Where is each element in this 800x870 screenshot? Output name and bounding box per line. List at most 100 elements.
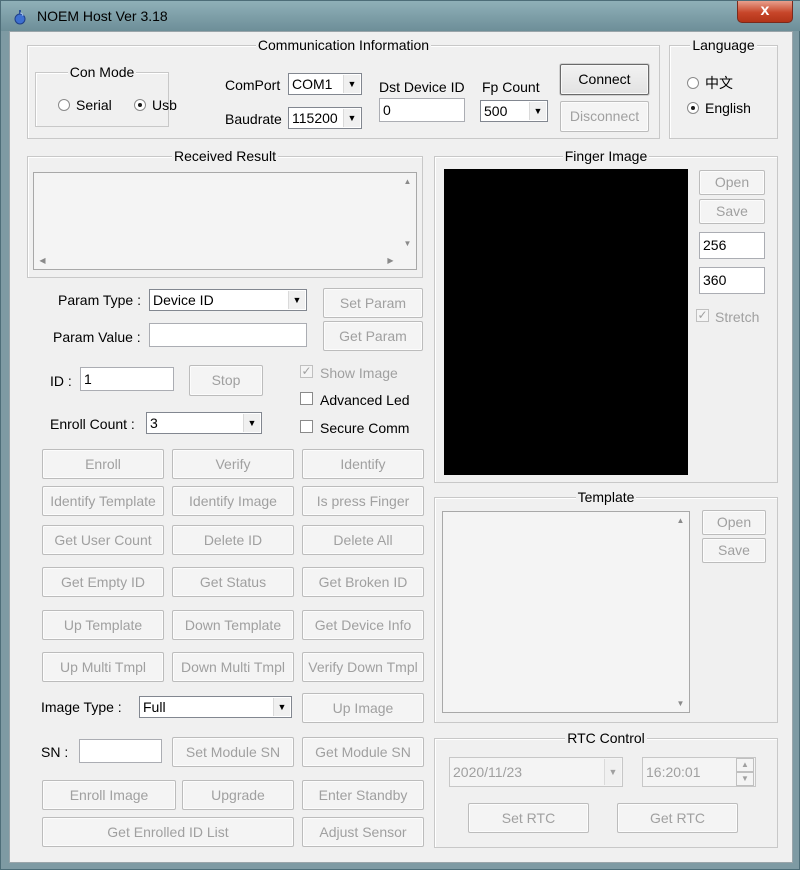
set-rtc-button[interactable]: Set RTC [468,803,589,833]
get-param-button[interactable]: Get Param [323,321,423,351]
usb-radio[interactable] [134,99,146,111]
id-label: ID : [50,373,72,389]
down-multi-tmpl-button[interactable]: Down Multi Tmpl [172,652,294,682]
stop-button[interactable]: Stop [189,365,263,396]
id-input[interactable]: 1 [80,367,174,391]
get-module-sn-button[interactable]: Get Module SN [302,737,424,767]
get-empty-id-button[interactable]: Get Empty ID [42,567,164,597]
param-type-label: Param Type : [58,292,142,308]
identify-button[interactable]: Identify [302,449,424,479]
up-image-button[interactable]: Up Image [302,693,424,723]
chevron-down-icon: ▼ [343,75,360,93]
template-title: Template [575,489,637,505]
enroll-count-select[interactable]: 3 ▼ [146,412,262,434]
image-height-input[interactable]: 360 [699,267,765,294]
set-param-button[interactable]: Set Param [323,288,423,318]
finger-open-button[interactable]: Open [699,170,765,195]
enter-standby-button[interactable]: Enter Standby [302,780,424,810]
show-image-checkbox[interactable]: ✓ [300,365,313,378]
sn-label: SN : [41,744,69,760]
secure-comm-label: Secure Comm [320,420,410,436]
spin-down-icon[interactable]: ▼ [736,772,754,786]
identify-template-button[interactable]: Identify Template [42,486,164,516]
comport-value: COM1 [292,76,333,92]
scroll-up-icon[interactable]: ▲ [399,173,416,190]
image-type-label: Image Type : [41,699,122,715]
title-bar[interactable]: NOEM Host Ver 3.18 x [1,1,800,31]
stretch-checkbox[interactable]: ✓ [696,309,709,322]
serial-radio[interactable] [58,99,70,111]
scroll-down-icon[interactable]: ▼ [672,695,689,712]
spin-up-icon[interactable]: ▲ [736,758,754,772]
get-user-count-button[interactable]: Get User Count [42,525,164,555]
param-value-input[interactable] [149,323,307,347]
adjust-sensor-button[interactable]: Adjust Sensor [302,817,424,847]
dst-device-input[interactable]: 0 [379,98,465,122]
chinese-radio[interactable] [687,77,699,89]
connect-button[interactable]: Connect [560,64,649,95]
serial-label: Serial [76,97,112,113]
image-type-select[interactable]: Full ▼ [139,696,292,718]
chevron-down-icon: ▼ [343,109,360,127]
chevron-down-icon: ▼ [604,759,621,785]
up-template-button[interactable]: Up Template [42,610,164,640]
advanced-led-checkbox[interactable] [300,392,313,405]
fp-count-value: 500 [484,103,508,119]
chevron-down-icon: ▼ [529,102,546,120]
finger-save-button[interactable]: Save [699,199,765,224]
get-status-button[interactable]: Get Status [172,567,294,597]
disconnect-button[interactable]: Disconnect [560,101,649,132]
get-rtc-button[interactable]: Get RTC [617,803,738,833]
enroll-button[interactable]: Enroll [42,449,164,479]
rtc-time-value: 16:20:01 [646,764,701,780]
baudrate-select[interactable]: 115200 ▼ [288,107,362,129]
up-multi-tmpl-button[interactable]: Up Multi Tmpl [42,652,164,682]
enroll-count-label: Enroll Count : [50,416,135,432]
received-result-box[interactable]: ▲ ▼ ◀ ▶ [33,172,417,270]
image-type-value: Full [143,699,166,715]
template-save-button[interactable]: Save [702,538,766,563]
fp-count-label: Fp Count [482,79,540,95]
template-open-button[interactable]: Open [702,510,766,535]
upgrade-button[interactable]: Upgrade [182,780,294,810]
vertical-scrollbar[interactable]: ▲ ▼ [672,512,689,712]
fp-count-select[interactable]: 500 ▼ [480,100,548,122]
delete-id-button[interactable]: Delete ID [172,525,294,555]
is-press-finger-button[interactable]: Is press Finger [302,486,424,516]
chevron-down-icon: ▼ [243,414,260,432]
scroll-left-icon[interactable]: ◀ [34,252,51,269]
param-type-select[interactable]: Device ID ▼ [149,289,307,311]
language-group: Language [669,37,778,139]
image-width-input[interactable]: 256 [699,232,765,259]
horizontal-scrollbar[interactable]: ◀ ▶ [34,252,399,269]
english-label: English [705,100,751,116]
scroll-up-icon[interactable]: ▲ [672,512,689,529]
sn-input[interactable] [79,739,162,763]
verify-down-tmpl-button[interactable]: Verify Down Tmpl [302,652,424,682]
english-radio[interactable] [687,102,699,114]
down-template-button[interactable]: Down Template [172,610,294,640]
param-value-label: Param Value : [53,329,141,345]
app-window: NOEM Host Ver 3.18 x Communication Infor… [0,0,800,870]
delete-all-button[interactable]: Delete All [302,525,424,555]
dst-device-label: Dst Device ID [379,79,465,95]
identify-image-button[interactable]: Identify Image [172,486,294,516]
get-enrolled-id-list-button[interactable]: Get Enrolled ID List [42,817,294,847]
communication-title: Communication Information [255,37,432,53]
set-module-sn-button[interactable]: Set Module SN [172,737,294,767]
app-icon [14,10,26,25]
close-button[interactable]: x [737,1,793,23]
comport-select[interactable]: COM1 ▼ [288,73,362,95]
get-device-info-button[interactable]: Get Device Info [302,610,424,640]
scroll-down-icon[interactable]: ▼ [399,235,416,252]
template-box[interactable]: ▲ ▼ [442,511,690,713]
vertical-scrollbar[interactable]: ▲ ▼ [399,173,416,252]
enroll-image-button[interactable]: Enroll Image [42,780,176,810]
window-title: NOEM Host Ver 3.18 [37,8,168,24]
get-broken-id-button[interactable]: Get Broken ID [302,567,424,597]
secure-comm-checkbox[interactable] [300,420,313,433]
scroll-right-icon[interactable]: ▶ [382,252,399,269]
client-area: Communication Information Con Mode Seria… [9,31,793,863]
verify-button[interactable]: Verify [172,449,294,479]
rtc-date-picker[interactable]: 2020/11/23 ▼ [449,757,623,787]
